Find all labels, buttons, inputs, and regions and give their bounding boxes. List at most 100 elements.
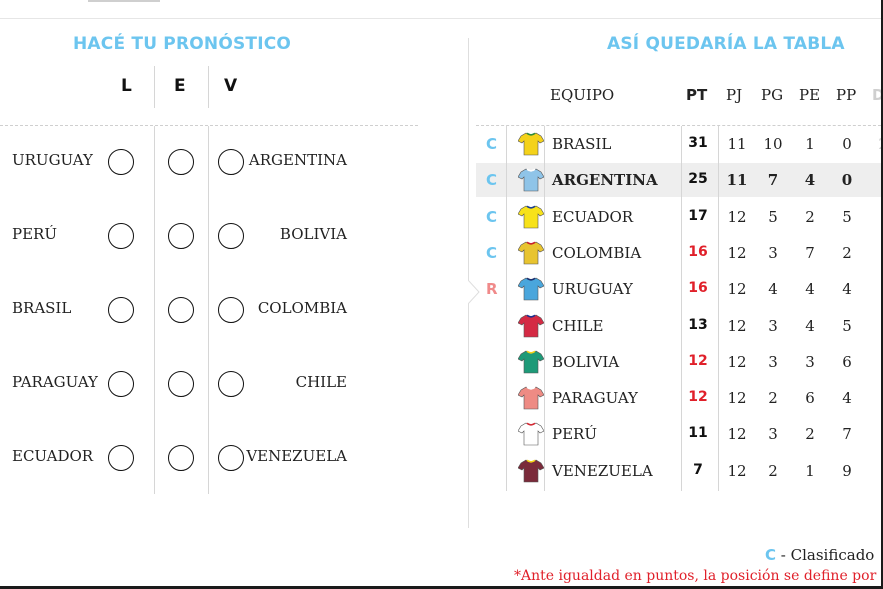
jersey-icon	[518, 277, 544, 301]
match-away-team: ARGENTINA	[248, 151, 347, 169]
won-cell: 7	[767, 171, 779, 190]
match-away-team: BOLIVIA	[279, 225, 347, 243]
pick-visitor-radio[interactable]	[218, 223, 244, 249]
pick-local-radio[interactable]	[108, 445, 134, 471]
jersey-icon	[518, 350, 544, 374]
pick-local-radio[interactable]	[108, 297, 134, 323]
played-cell: 12	[727, 389, 747, 408]
drawn-cell: 6	[805, 389, 815, 408]
status-badge: C	[486, 135, 498, 153]
header-team: EQUIPO	[550, 86, 615, 104]
lost-cell: 2	[842, 243, 852, 262]
table-row[interactable]: BOLIVIA 12 12 3 3 6	[476, 345, 881, 379]
pick-visitor-radio[interactable]	[218, 371, 244, 397]
status-badge: C	[486, 243, 498, 262]
pick-local-radio[interactable]	[108, 223, 134, 249]
won-cell: 4	[768, 280, 778, 299]
pick-draw-radio[interactable]	[168, 149, 194, 175]
pick-draw-radio[interactable]	[168, 223, 194, 249]
top-tab-indicator	[88, 0, 160, 2]
table-row[interactable]: R URUGUAY 16 12 4 4 4	[476, 272, 881, 306]
points-cell: 13	[688, 316, 708, 333]
pick-visitor-radio[interactable]	[218, 445, 244, 471]
drawn-cell: 4	[804, 171, 816, 190]
played-cell: 12	[727, 461, 747, 480]
top-divider	[0, 18, 881, 19]
pick-visitor-radio[interactable]	[218, 149, 244, 175]
match-home-team: ECUADOR	[12, 447, 94, 465]
jersey-icon	[518, 314, 544, 337]
table-header-dashed-line	[476, 125, 881, 126]
table-row[interactable]: C ECUADOR 17 12 5 2 5	[476, 200, 881, 234]
match-home-team: BRASIL	[12, 299, 72, 317]
table-row[interactable]: VENEZUELA 7 12 2 1 9	[476, 454, 881, 488]
won-cell: 3	[768, 425, 778, 444]
table-row[interactable]: PARAGUAY 12 12 2 6 4	[476, 381, 881, 415]
col-header-visitor: V	[224, 76, 238, 96]
jersey-icon	[518, 241, 544, 265]
table-row[interactable]: C COLOMBIA 16 12 3 7 2	[476, 236, 881, 270]
pick-draw-radio[interactable]	[168, 297, 194, 323]
header-divider	[154, 66, 155, 108]
table-row[interactable]: CHILE 13 12 3 4 5	[476, 309, 881, 343]
lost-cell: 5	[842, 316, 852, 335]
pick-local-radio[interactable]	[108, 371, 134, 397]
team-name: ARGENTINA	[552, 171, 658, 190]
table-row[interactable]: CBRASIL311110102	[476, 127, 881, 161]
jersey-icon	[518, 168, 544, 192]
pick-visitor-radio[interactable]	[218, 297, 244, 323]
header-played: PJ	[726, 86, 743, 104]
header-points: PT	[686, 86, 708, 104]
team-name: COLOMBIA	[552, 243, 642, 262]
column-divider	[208, 126, 209, 494]
played-cell: 11	[727, 135, 747, 153]
points-cell: 17	[688, 207, 708, 224]
match-home-team: PERÚ	[12, 225, 57, 243]
header-won: PG	[761, 86, 784, 104]
drawn-cell: 2	[805, 425, 815, 444]
played-cell: 12	[727, 316, 747, 335]
team-name: BOLIVIA	[552, 352, 620, 371]
jersey-icon	[518, 423, 544, 446]
table-row[interactable]: PERÚ 11 12 3 2 7	[476, 417, 881, 451]
header-lost: PP	[836, 86, 857, 104]
points-cell: 16	[688, 243, 708, 260]
drawn-cell: 7	[805, 243, 815, 262]
lost-cell: 6	[842, 352, 852, 371]
played-cell: 12	[727, 207, 747, 226]
won-cell: 3	[768, 243, 778, 262]
won-cell: 3	[768, 352, 778, 371]
won-cell: 10	[763, 135, 783, 153]
match-away-team: CHILE	[295, 373, 347, 391]
played-cell: 11	[726, 171, 748, 190]
played-cell: 12	[727, 280, 747, 299]
footnote: *Ante igualdad en puntos, la posición se…	[514, 568, 881, 584]
table-row[interactable]: C ARGENTINA 25 11 7 4 0	[476, 163, 881, 198]
drawn-cell: 4	[805, 316, 815, 335]
pick-local-radio[interactable]	[108, 149, 134, 175]
col-header-local: L	[121, 76, 132, 96]
played-cell: 12	[727, 425, 747, 444]
header-goal-diff: D	[872, 86, 881, 104]
won-cell: 2	[768, 389, 778, 408]
status-badge: R	[486, 280, 498, 299]
team-name: CHILE	[552, 316, 604, 335]
played-cell: 12	[727, 243, 747, 262]
lost-cell: 4	[842, 280, 852, 299]
pick-draw-radio[interactable]	[168, 445, 194, 471]
match-home-team: PARAGUAY	[12, 373, 98, 391]
goal-diff-cell: 2	[868, 135, 881, 153]
legend: C - Clasificado R	[765, 546, 881, 564]
table-divider	[681, 126, 682, 491]
lost-cell: 0	[842, 135, 852, 153]
status-badge: C	[486, 207, 498, 226]
pick-draw-radio[interactable]	[168, 371, 194, 397]
jersey-icon	[518, 459, 544, 482]
match-away-team: VENEZUELA	[246, 447, 347, 465]
header-dashed-line	[0, 125, 418, 126]
drawn-cell: 1	[805, 461, 815, 480]
header-divider	[208, 66, 209, 108]
match-away-team: COLOMBIA	[257, 299, 347, 317]
jersey-icon	[518, 132, 544, 156]
header-drawn: PE	[799, 86, 821, 104]
